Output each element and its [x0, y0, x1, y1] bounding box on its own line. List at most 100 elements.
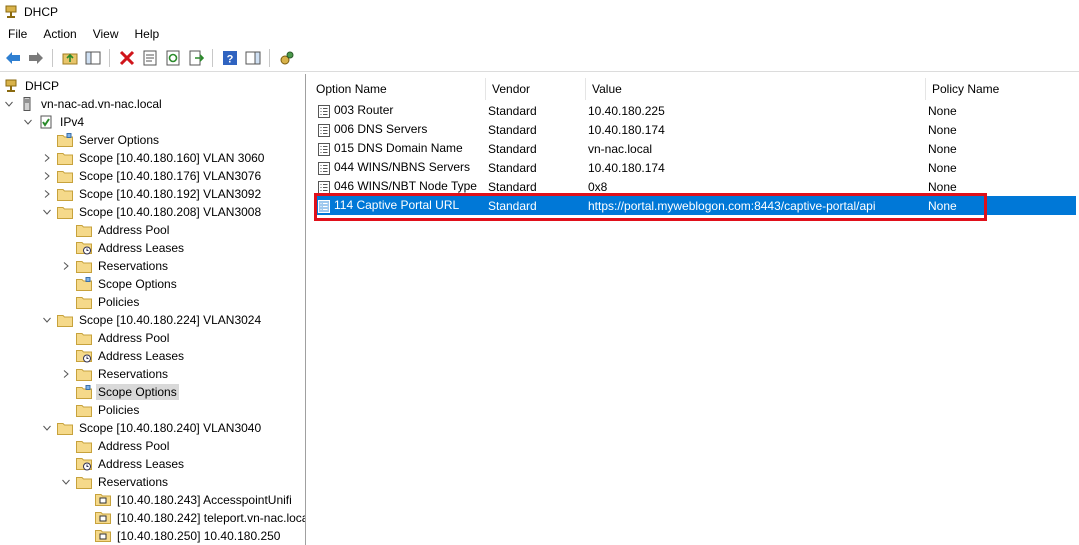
- scope-folder-icon: [57, 421, 73, 435]
- console-tree[interactable]: DHCP vn-nac-ad.vn-nac.local IPv4 Server Opt…: [0, 74, 306, 545]
- tree-item-dhcp[interactable]: DHCP: [0, 77, 61, 95]
- tree-item-reservations[interactable]: Reservations: [61, 473, 170, 491]
- up-folder-icon[interactable]: [60, 48, 80, 68]
- expand-chevron-icon[interactable]: [61, 369, 71, 379]
- policy-name-cell: None: [928, 179, 957, 194]
- list-row-option[interactable]: 015 DNS Domain Name Standard vn-nac.local N…: [314, 139, 1076, 158]
- tree-item-label: Scope [10.40.180.176] VLAN3076: [79, 169, 262, 183]
- collapse-chevron-icon[interactable]: [4, 99, 14, 109]
- tree-item-scope[interactable]: Scope [10.40.180.192] VLAN3092: [42, 185, 263, 203]
- tree-item-scope[interactable]: Scope [10.40.180.208] VLAN3008: [42, 203, 263, 221]
- menu-file[interactable]: File: [0, 27, 35, 41]
- menu-help[interactable]: Help: [127, 27, 168, 41]
- expand-chevron-icon[interactable]: [42, 171, 52, 181]
- tree-item-server-options[interactable]: Server Options: [42, 131, 161, 149]
- expand-chevron-icon[interactable]: [42, 153, 52, 163]
- option-name-cell: 046 WINS/NBT Node Type: [314, 179, 486, 194]
- tree-item-address-leases[interactable]: Address Leases: [61, 347, 186, 365]
- address-leases-icon: [76, 349, 92, 363]
- tree-item-label: Policies: [98, 403, 140, 417]
- tree-item-address-pool[interactable]: Address Pool: [61, 221, 171, 239]
- help-icon[interactable]: ?: [220, 48, 240, 68]
- refresh-icon[interactable]: [163, 48, 183, 68]
- tree-item-address-leases[interactable]: Address Leases: [61, 239, 186, 257]
- tree-item-label: [10.40.180.243] AccesspointUnifi: [117, 493, 292, 507]
- tree-item-reservation[interactable]: [10.40.180.243] AccesspointUnifi: [80, 491, 294, 509]
- options-icon[interactable]: [277, 48, 297, 68]
- tree-item-scope-options[interactable]: Scope Options: [61, 383, 179, 401]
- back-arrow-icon[interactable]: [3, 48, 23, 68]
- tree-item-reservations[interactable]: Reservations: [61, 257, 170, 275]
- toolbar-separator: [269, 49, 270, 67]
- toolbar-separator: [109, 49, 110, 67]
- tree-item-ipv4[interactable]: IPv4: [23, 113, 86, 131]
- scope-folder-icon: [57, 169, 73, 183]
- tree-item-server[interactable]: vn-nac-ad.vn-nac.local: [4, 95, 164, 113]
- options-list[interactable]: Option Name Vendor Value Policy Name 003…: [310, 74, 1079, 545]
- tree-item-label: Scope [10.40.180.192] VLAN3092: [79, 187, 262, 201]
- tree-item-scope[interactable]: Scope [10.40.180.240] VLAN3040: [42, 419, 263, 437]
- tree-item-label: Address Pool: [98, 439, 170, 453]
- column-value[interactable]: Value: [586, 78, 926, 100]
- tree-item-label: vn-nac-ad.vn-nac.local: [41, 97, 162, 111]
- list-row-option[interactable]: 003 Router Standard 10.40.180.225 None: [314, 101, 1076, 120]
- forward-arrow-icon[interactable]: [26, 48, 46, 68]
- tree-item-scope[interactable]: Scope [10.40.180.160] VLAN 3060: [42, 149, 266, 167]
- tree-item-address-leases[interactable]: Address Leases: [61, 455, 186, 473]
- collapse-chevron-icon[interactable]: [42, 423, 52, 433]
- reservation-icon: [95, 493, 111, 507]
- toolbar: ?: [0, 45, 1079, 72]
- show-hide-action-pane-icon[interactable]: [243, 48, 263, 68]
- tree-item-scope-options[interactable]: Scope Options: [61, 275, 179, 293]
- list-row-option[interactable]: 044 WINS/NBNS Servers Standard 10.40.180.1…: [314, 158, 1076, 177]
- collapse-chevron-icon[interactable]: [42, 315, 52, 325]
- option-icon: [318, 104, 330, 118]
- scope-folder-icon: [57, 187, 73, 201]
- menu-action[interactable]: Action: [35, 27, 84, 41]
- policies-icon: [76, 295, 92, 309]
- policy-name-cell: None: [928, 141, 957, 156]
- tree-item-reservation[interactable]: [10.40.180.242] teleport.vn-nac.local: [80, 509, 305, 527]
- list-row-option[interactable]: 046 WINS/NBT Node Type Standard 0x8 None: [314, 177, 1076, 196]
- policies-icon: [76, 403, 92, 417]
- policy-name-cell: None: [928, 122, 957, 137]
- expand-chevron-icon[interactable]: [42, 189, 52, 199]
- column-option-name[interactable]: Option Name: [310, 78, 486, 100]
- show-hide-tree-icon[interactable]: [83, 48, 103, 68]
- reservation-icon: [95, 511, 111, 525]
- tree-item-scope[interactable]: Scope [10.40.180.224] VLAN3024: [42, 311, 263, 329]
- option-icon: [318, 142, 330, 156]
- collapse-chevron-icon[interactable]: [23, 117, 33, 127]
- tree-item-address-pool[interactable]: Address Pool: [61, 437, 171, 455]
- list-header: Option Name Vendor Value Policy Name: [310, 78, 1079, 100]
- collapse-chevron-icon[interactable]: [42, 207, 52, 217]
- list-row-option[interactable]: 114 Captive Portal URL Standard https://po…: [314, 196, 1076, 215]
- export-icon[interactable]: [186, 48, 206, 68]
- policy-name-cell: None: [928, 198, 957, 213]
- address-leases-icon: [76, 457, 92, 471]
- tree-item-address-pool[interactable]: Address Pool: [61, 329, 171, 347]
- value-cell: 10.40.180.225: [588, 103, 665, 118]
- value-cell: https://portal.myweblogon.com:8443/capti…: [588, 198, 876, 213]
- column-vendor[interactable]: Vendor: [486, 78, 586, 100]
- reservations-icon: [76, 475, 92, 489]
- option-name-cell: 003 Router: [314, 103, 486, 118]
- properties-icon[interactable]: [140, 48, 160, 68]
- title-bar: DHCP: [0, 0, 1079, 24]
- list-row-option[interactable]: 006 DNS Servers Standard 10.40.180.174 None: [314, 120, 1076, 139]
- collapse-chevron-icon[interactable]: [61, 477, 71, 487]
- scope-folder-icon: [57, 151, 73, 165]
- tree-item-policies[interactable]: Policies: [61, 401, 141, 419]
- menu-view[interactable]: View: [85, 27, 127, 41]
- tree-item-scope[interactable]: Scope [10.40.180.176] VLAN3076: [42, 167, 263, 185]
- option-name-cell: 006 DNS Servers: [314, 122, 486, 137]
- expand-chevron-icon[interactable]: [61, 261, 71, 271]
- column-policy-name[interactable]: Policy Name: [926, 78, 1076, 100]
- tree-item-reservation[interactable]: [10.40.180.250] 10.40.180.250: [80, 527, 282, 545]
- tree-item-policies[interactable]: Policies: [61, 293, 141, 311]
- delete-icon[interactable]: [117, 48, 137, 68]
- tree-item-reservations[interactable]: Reservations: [61, 365, 170, 383]
- policy-name-cell: None: [928, 103, 957, 118]
- dhcp-app-icon: [5, 5, 17, 18]
